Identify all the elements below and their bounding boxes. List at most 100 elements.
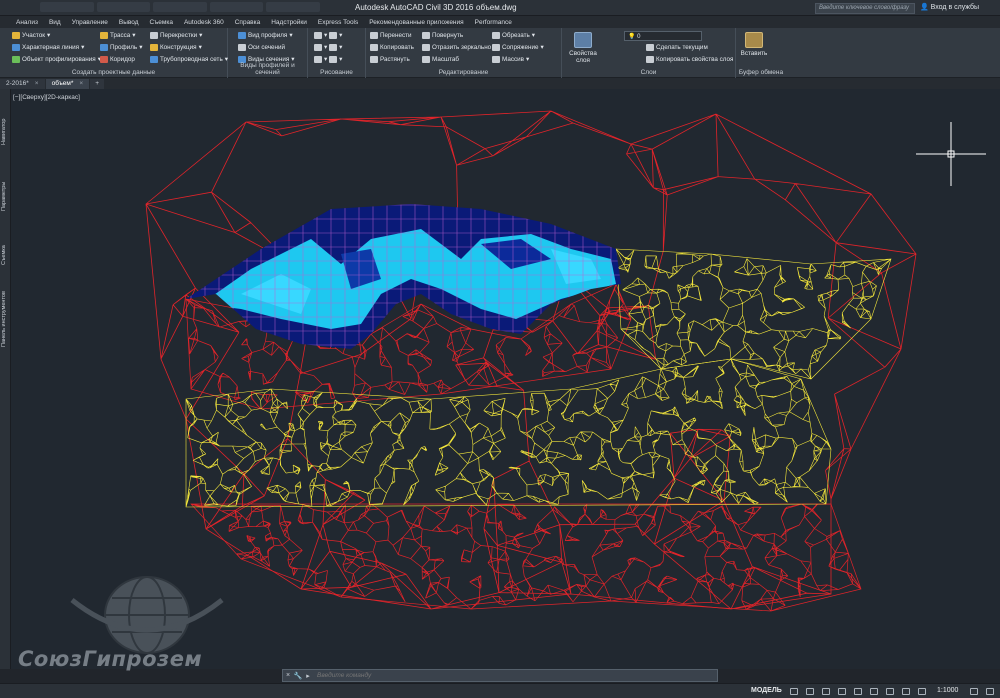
annotation-scale[interactable]: 1:1000 (937, 687, 958, 694)
model-space-button[interactable]: МОДЕЛЬ (751, 687, 782, 694)
sign-in-button[interactable]: 👤 Вход в службы (920, 3, 979, 11)
grading-button[interactable]: Объект профилирования ▾ (12, 56, 101, 63)
parcel-icon (12, 32, 20, 39)
panel-modify: Перенести Копировать Растянуть Повернуть… (366, 28, 562, 78)
close-icon[interactable]: × (35, 80, 39, 87)
layer-properties-button[interactable]: Свойства слоя (566, 32, 600, 64)
command-input[interactable] (313, 672, 717, 679)
corridor-icon (100, 56, 108, 63)
corridor-button[interactable]: Коридор (100, 56, 135, 63)
doc-tab[interactable]: 2-2016* × (0, 79, 45, 89)
polyline-tool-button[interactable]: ▾ ▾ (314, 44, 342, 51)
tin-edges (145, 110, 917, 610)
ribbon: Участок ▾ Характерная линия ▾ Объект про… (0, 28, 1000, 78)
palette-parameters[interactable]: Параметры (1, 182, 7, 211)
intersections-button[interactable]: Перекрестки ▾ (150, 32, 202, 39)
layer-dropdown[interactable]: 💡 0 (624, 31, 702, 41)
copy-button[interactable]: Копировать (370, 44, 414, 51)
circle-icon (329, 32, 338, 39)
ribbon-tab[interactable]: Съемка (150, 19, 173, 26)
outer-triangle-mesh (145, 110, 917, 612)
profile-icon (100, 44, 108, 51)
palette-toolbox[interactable]: Панель инструментов (1, 291, 7, 347)
blurred-tab[interactable] (40, 2, 94, 12)
gear-icon[interactable] (970, 688, 978, 695)
ribbon-tab[interactable]: Справка (235, 19, 261, 26)
help-search-input[interactable]: Введите ключевое слово/фразу (815, 3, 915, 14)
pipe-network-button[interactable]: Трубопроводная сеть ▾ (150, 56, 228, 63)
ribbon-tab[interactable]: Надстройки (271, 19, 307, 26)
feature-line-icon (12, 44, 20, 51)
trim-icon (492, 32, 500, 39)
snap-icon[interactable] (806, 688, 814, 695)
otrack-icon[interactable] (870, 688, 878, 695)
array-button[interactable]: Массив ▾ (492, 56, 529, 63)
palette-navigator[interactable]: Навигатор (1, 119, 7, 145)
ribbon-tab[interactable]: Autodesk 360 (184, 19, 224, 26)
doc-tab-label: 2-2016* (6, 80, 29, 87)
ribbon-tab[interactable]: Express Tools (318, 19, 358, 26)
make-current-button[interactable]: Сделать текущим (646, 44, 708, 51)
scale-button[interactable]: Масштаб (422, 56, 459, 63)
ribbon-tab[interactable]: Вид (49, 19, 61, 26)
button-label: Сделать текущим (656, 44, 708, 51)
water-surface (186, 204, 621, 349)
viewport-controls-label[interactable]: [−][Сверху][2D-каркас] (13, 94, 80, 101)
panel-layers: Свойства слоя 💡 0 Сделать текущим Копиро… (562, 28, 736, 78)
parcel-button[interactable]: Участок ▾ (12, 32, 50, 39)
ortho-icon[interactable] (822, 688, 830, 695)
move-button[interactable]: Перенести (370, 32, 412, 39)
panel-title: Буфер обмена (738, 69, 784, 76)
assembly-button[interactable]: Конструкция ▾ (150, 44, 202, 51)
trim-button[interactable]: Обрезать ▾ (492, 32, 535, 39)
blurred-tab[interactable] (266, 2, 320, 12)
sample-lines-button[interactable]: Оси сечений (238, 44, 285, 51)
menu-icon[interactable] (986, 688, 994, 695)
line-tool-button[interactable]: ▾ ▾ (314, 32, 342, 39)
ribbon-tab[interactable]: Вывод (119, 19, 139, 26)
paste-button[interactable]: Вставить (740, 32, 768, 57)
mirror-button[interactable]: Отразить зеркально (422, 44, 491, 51)
close-icon[interactable]: × (283, 672, 293, 679)
ribbon-tab[interactable]: Анализ (16, 19, 38, 26)
ribbon-tab[interactable]: Рекомендованные приложения (369, 19, 463, 26)
make-current-icon (646, 44, 654, 51)
command-prompt-icon: ▸ (306, 672, 310, 680)
palette-survey[interactable]: Съемка (1, 245, 7, 265)
rotate-icon (422, 32, 430, 39)
feature-line-button[interactable]: Характерная линия ▾ (12, 44, 84, 51)
button-label: Копировать (380, 44, 414, 51)
transparency-icon[interactable] (902, 688, 910, 695)
button-label: Вид профиля (248, 32, 288, 39)
fillet-button[interactable]: Сопряжение ▾ (492, 44, 544, 51)
button-label: Профиль (110, 44, 138, 51)
rotate-button[interactable]: Повернуть (422, 32, 463, 39)
ribbon-tab[interactable]: Управление (72, 19, 108, 26)
stretch-button[interactable]: Растянуть (370, 56, 410, 63)
lineweight-icon[interactable] (886, 688, 894, 695)
new-tab-button[interactable]: + (90, 79, 104, 89)
document-tabs: 2-2016* × объем* × + (0, 78, 1000, 89)
doc-tab-active[interactable]: объем* × (45, 79, 90, 89)
blurred-tab[interactable] (96, 2, 151, 12)
rectangle-tool-button[interactable]: ▾ ▾ (314, 56, 342, 63)
osnap-icon[interactable] (854, 688, 862, 695)
profile-view-button[interactable]: Вид профиля ▾ (238, 32, 293, 39)
app-title: Autodesk AutoCAD Civil 3D 2016 (355, 3, 474, 12)
match-layer-button[interactable]: Копировать свойства слоя (646, 56, 733, 63)
grid-icon[interactable] (790, 688, 798, 695)
blurred-tab[interactable] (153, 2, 207, 12)
button-label: Трасса (110, 32, 131, 39)
fillet-icon (492, 44, 500, 51)
close-icon[interactable]: × (79, 80, 83, 87)
button-label: Характерная линия (22, 44, 80, 51)
button-label: Вставить (740, 50, 768, 57)
annotation-icon[interactable] (918, 688, 926, 695)
polar-icon[interactable] (838, 688, 846, 695)
ribbon-tab[interactable]: Performance (475, 19, 512, 26)
wrench-icon[interactable]: 🔧 (293, 672, 303, 680)
profile-button[interactable]: Профиль ▾ (100, 44, 142, 51)
blurred-tab[interactable] (209, 2, 264, 12)
button-label: Масштаб (432, 56, 459, 63)
alignment-button[interactable]: Трасса ▾ (100, 32, 135, 39)
